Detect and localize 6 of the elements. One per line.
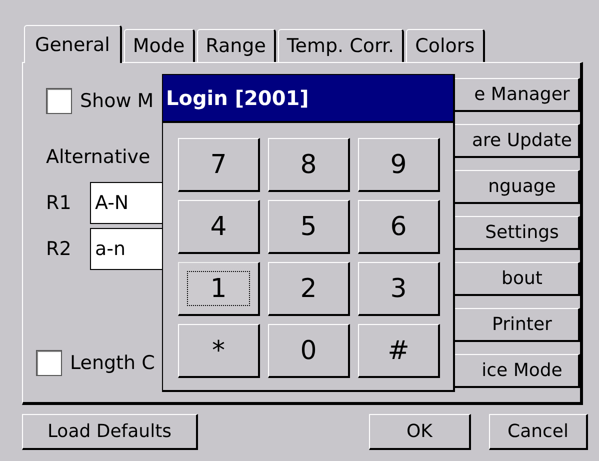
field-label: R1: [46, 192, 72, 214]
field-label: R2: [46, 238, 72, 260]
section-label: Alternative: [46, 146, 150, 168]
checkbox-label: Length C: [70, 352, 155, 374]
dialog-title: Login [2001]: [163, 75, 453, 123]
checkbox-label: Show M: [80, 90, 154, 112]
